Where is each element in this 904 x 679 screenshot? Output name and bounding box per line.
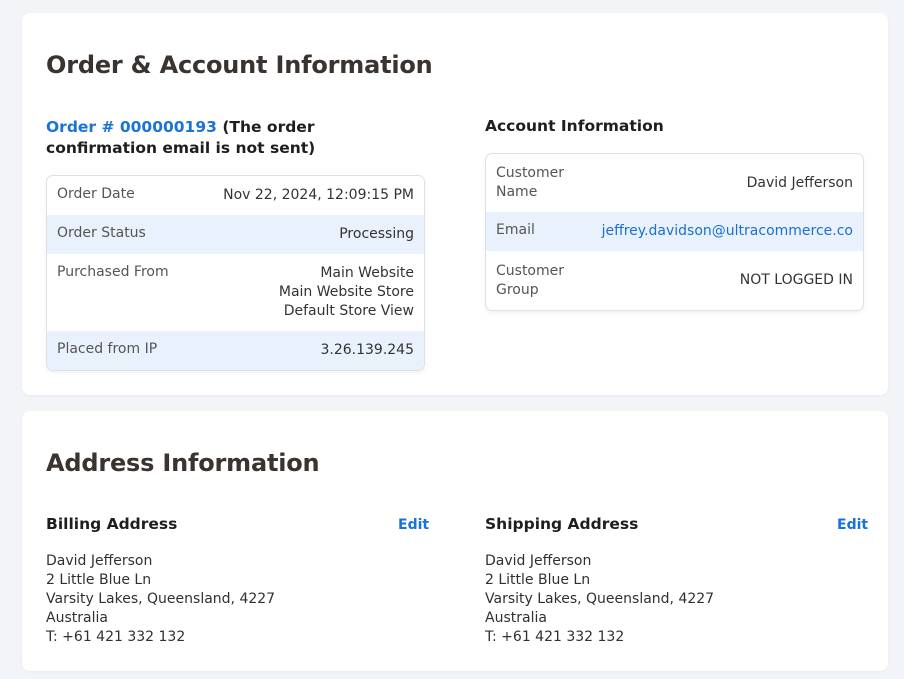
- address-name: David Jefferson: [485, 553, 592, 569]
- row-label: Customer Group: [496, 262, 564, 300]
- address-phone: T: +61 421 332 132: [485, 629, 625, 645]
- row-value: NOT LOGGED IN: [739, 272, 853, 288]
- address-country: Australia: [485, 610, 547, 626]
- address-street: 2 Little Blue Ln: [485, 572, 591, 588]
- store-line: Main Website Store: [278, 284, 414, 300]
- row-label: Email: [496, 222, 535, 238]
- label-line: Customer: [496, 165, 565, 181]
- billing-address-title: Billing Address: [46, 515, 178, 533]
- label-line: Group: [496, 281, 539, 298]
- row-value: jeffrey.davidson@ultracommerce.co: [602, 222, 853, 241]
- order-heading: Order # 000000193 (The order confirmatio…: [46, 117, 425, 159]
- order-account-card: Order & Account Information Order # 0000…: [22, 13, 888, 395]
- row-value: Processing: [339, 226, 414, 242]
- row-label: Placed from IP: [57, 341, 158, 357]
- row-label: Purchased From: [57, 264, 169, 280]
- row-value: Nov 22, 2024, 12:09:15 PM: [223, 187, 414, 203]
- order-number-link[interactable]: Order # 000000193: [46, 118, 217, 136]
- row-value: 3.26.139.245: [320, 342, 414, 358]
- address-name: David Jefferson: [46, 553, 153, 569]
- section-title-address: Address Information: [46, 449, 320, 477]
- label-line: Name: [496, 184, 538, 200]
- label-line: Customer: [496, 262, 565, 279]
- address-city: Varsity Lakes, Queensland, 4227: [485, 591, 715, 607]
- store-line: Main Website: [320, 265, 414, 281]
- store-line: Default Store View: [283, 303, 414, 319]
- section-title-order-account: Order & Account Information: [46, 51, 433, 79]
- table-row-customer-group: Customer Group NOT LOGGED IN: [486, 251, 863, 310]
- shipping-address-title: Shipping Address: [485, 515, 639, 533]
- table-row-order-date: Order Date Nov 22, 2024, 12:09:15 PM: [47, 176, 424, 215]
- row-label: Order Status: [57, 225, 146, 241]
- order-details-table: Order Date Nov 22, 2024, 12:09:15 PM Ord…: [46, 175, 425, 371]
- row-value: David Jefferson: [746, 174, 853, 191]
- customer-email-link[interactable]: jeffrey.davidson@ultracommerce.co: [602, 223, 853, 239]
- address-phone: T: +61 421 332 132: [46, 629, 186, 645]
- address-country: Australia: [46, 610, 108, 626]
- table-row-email: Email jeffrey.davidson@ultracommerce.co: [486, 212, 863, 251]
- table-row-placed-from-ip: Placed from IP 3.26.139.245: [47, 331, 424, 370]
- address-street: 2 Little Blue Ln: [46, 572, 152, 588]
- edit-shipping-address-link[interactable]: Edit: [837, 517, 868, 533]
- edit-billing-address-link[interactable]: Edit: [398, 517, 429, 533]
- account-info-title: Account Information: [485, 117, 664, 135]
- billing-address-block: David Jefferson 2 Little Blue Ln Varsity…: [46, 552, 275, 647]
- row-label: Customer Name: [496, 164, 564, 202]
- order-info-column: Order # 000000193 (The order confirmatio…: [46, 117, 425, 159]
- address-city: Varsity Lakes, Queensland, 4227: [46, 591, 276, 607]
- table-row-customer-name: Customer Name David Jefferson: [486, 154, 863, 212]
- row-value: Main Website Main Website Store Default …: [279, 264, 414, 321]
- address-card: Address Information Billing Address Edit…: [22, 411, 888, 671]
- table-row-order-status: Order Status Processing: [47, 215, 424, 254]
- row-label: Order Date: [57, 186, 135, 202]
- table-row-purchased-from: Purchased From Main Website Main Website…: [47, 254, 424, 331]
- shipping-address-block: David Jefferson 2 Little Blue Ln Varsity…: [485, 552, 714, 647]
- account-details-table: Customer Name David Jefferson Email jeff…: [485, 153, 864, 311]
